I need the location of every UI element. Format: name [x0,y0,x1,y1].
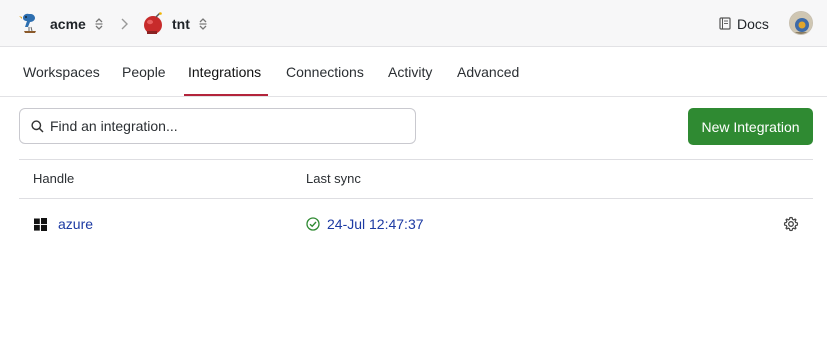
check-circle-icon [306,217,320,231]
tab-activity[interactable]: Activity [388,48,432,97]
top-bar: acme tnt Docs [0,0,827,47]
new-integration-button[interactable]: New Integration [688,108,813,145]
tab-bar: Workspaces People Integrations Connectio… [0,48,827,97]
project-switcher[interactable]: tnt [141,0,208,47]
tab-integrations[interactable]: Integrations [188,48,261,97]
search-input[interactable] [50,118,390,134]
org-switcher[interactable]: acme [19,0,104,47]
org-name: acme [50,15,86,32]
user-avatar[interactable] [789,11,813,35]
breadcrumb-separator-icon [119,17,129,31]
tab-connections[interactable]: Connections [286,48,364,97]
column-header-handle: Handle [33,171,75,186]
windows-icon [34,217,47,231]
search-icon [31,119,44,133]
active-tab-indicator [184,94,268,96]
tab-workspaces[interactable]: Workspaces [23,48,100,97]
chevron-up-down-icon [94,17,104,31]
column-header-last-sync: Last sync [306,171,361,186]
last-sync-cell: 24-Jul 12:47:37 [306,200,424,248]
tab-people[interactable]: People [122,48,166,97]
chevron-up-down-icon [198,17,208,31]
tab-advanced[interactable]: Advanced [457,48,519,97]
project-name: tnt [172,15,190,32]
last-sync-time: 24-Jul 12:47:37 [327,216,424,232]
integration-handle-link[interactable]: azure [58,216,93,232]
handle-cell: azure [34,200,93,248]
docs-label: Docs [737,15,769,32]
table-header: Handle Last sync [19,159,813,199]
bird-logo-icon [19,11,41,37]
table-row: azure 24-Jul 12:47:37 [19,200,813,248]
book-icon [719,17,731,30]
tnt-logo-icon [141,11,164,36]
search-box[interactable] [19,108,416,144]
docs-link[interactable]: Docs [719,0,769,47]
gear-icon[interactable] [783,216,799,232]
